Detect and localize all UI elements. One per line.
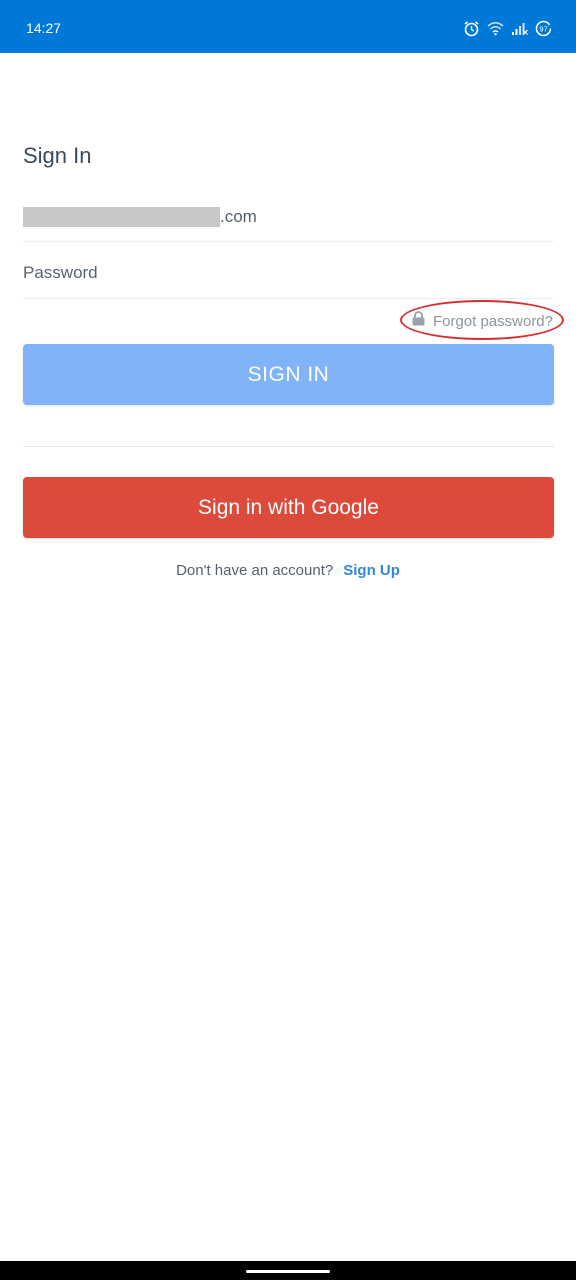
forgot-password-label: Forgot password? — [432, 312, 553, 330]
wifi-icon — [487, 21, 504, 36]
status-bar: 14:27 97 — [0, 0, 576, 53]
email-value[interactable]: .com — [23, 206, 257, 228]
home-indicator[interactable] — [246, 1270, 330, 1273]
page-title: Sign In — [23, 143, 92, 168]
battery-icon: 97 — [535, 20, 552, 37]
battery-level: 97 — [539, 24, 547, 33]
google-sign-in-button[interactable]: Sign in with Google — [23, 477, 554, 538]
sign-up-link[interactable]: Sign Up — [343, 561, 400, 581]
alarm-icon — [463, 20, 480, 37]
signup-prompt: Don't have an account? — [176, 562, 334, 579]
forgot-password-link[interactable]: Forgot password? — [412, 311, 553, 332]
password-input[interactable] — [23, 263, 554, 283]
status-icons: 97 — [463, 18, 552, 38]
cellular-signal-icon — [511, 21, 528, 36]
status-time: 14:27 — [26, 20, 62, 36]
navigation-bar — [0, 1261, 576, 1280]
password-field[interactable] — [23, 243, 554, 299]
email-suffix: .com — [220, 207, 257, 226]
divider — [23, 446, 554, 447]
signup-row: Don't have an account? Sign Up — [0, 561, 576, 581]
sign-in-button[interactable]: SIGN IN — [23, 344, 554, 405]
email-field[interactable]: .com — [23, 186, 554, 242]
redacted-email-block — [23, 207, 220, 227]
lock-icon — [412, 311, 425, 332]
